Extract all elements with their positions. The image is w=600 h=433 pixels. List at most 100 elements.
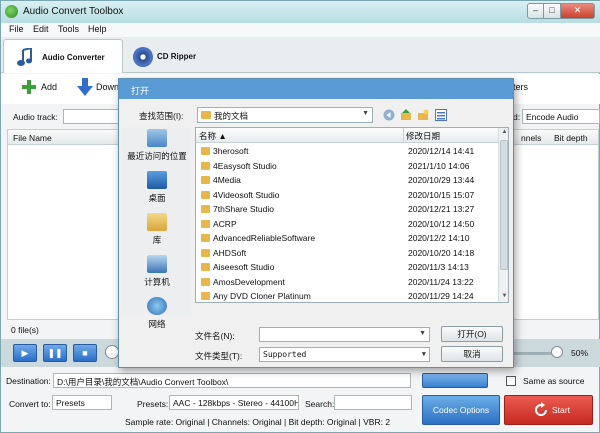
dialog-title: 打开 [131,86,150,96]
encode-select[interactable]: Encode Audio [522,109,600,124]
volume-handle[interactable] [551,346,563,358]
file-list-row[interactable]: AHDSoft 2020/10/20 14:18 [196,246,498,261]
arrow-down-icon [77,78,93,96]
convert-to-label: Convert to: [9,399,51,409]
place-libraries[interactable]: 库 [123,213,191,246]
scroll-down-icon[interactable]: ▼ [499,293,508,299]
folder-date: 2020/11/29 14:24 [408,291,474,301]
maximize-button[interactable]: □ [544,3,561,19]
music-note-icon [17,48,32,66]
file-type-select[interactable]: Supported ▼ [259,347,430,362]
file-list-row[interactable]: Any DVD Cloner Platinum 2020/11/29 14:24 [196,289,498,302]
filters-button[interactable]: ters [513,82,528,92]
codec-options-button[interactable]: Codec Options [422,395,500,425]
place-recent[interactable]: 最近访问的位置 [123,129,191,162]
folder-icon [201,205,210,213]
volume-value: 50% [571,348,589,358]
folder-icon [201,161,210,170]
library-icon [147,213,167,231]
view-menu-icon[interactable] [435,109,447,121]
file-list[interactable]: 名称 ▲ 修改日期 3herosoft 2020/12/14 14:41 4Easy… [195,127,509,303]
file-list-row[interactable]: AmosDevelopment 2020/11/24 13:22 [196,275,498,290]
menu-edit[interactable]: Edit [33,24,49,34]
chevron-down-icon: ▼ [421,350,426,358]
folder-date: 2020/10/12 14:50 [408,218,475,229]
col-modified[interactable]: 修改日期 [406,130,440,142]
up-folder-icon[interactable] [400,109,412,121]
file-list-row[interactable]: AdvancedReliableSoftware 2020/12/2 14:10 [196,231,498,246]
col-bit-depth[interactable]: Bit depth [554,133,588,143]
title-bar: Audio Convert Toolbox – □ ✕ [1,1,600,23]
search-input[interactable] [334,395,412,410]
file-type-value: Supported [263,350,307,359]
presets-select[interactable]: AAC - 128kbps - Stereo - 44100H [169,395,299,410]
open-button[interactable]: 打开(O) [441,326,503,342]
chevron-down-icon: ▼ [362,110,369,117]
place-network[interactable]: 网络 [123,297,191,330]
column-separator [403,128,404,143]
places-bar: 最近访问的位置 桌面 库 计算机 网络 [123,127,191,329]
scroll-up-icon[interactable]: ▲ [499,129,508,135]
scroll-thumb[interactable] [500,140,508,270]
tab-audio-converter[interactable]: Audio Converter [3,39,123,73]
file-list-row[interactable]: 4Media 2020/10/29 13:44 [196,173,498,188]
destination-field[interactable]: D:\用户目录\我的文档\Audio Convert Toolbox\ [53,373,411,388]
menu-file[interactable]: File [9,24,24,34]
file-list-row[interactable]: 7thShare Studio 2020/12/21 13:27 [196,202,498,217]
stop-button[interactable]: ■ [73,344,97,362]
col-name[interactable]: 名称 ▲ [199,130,227,142]
browse-button[interactable] [422,373,488,388]
folder-icon [201,248,210,257]
folder-name: AdvancedReliableSoftware [213,233,316,243]
start-button[interactable]: Start [504,395,593,425]
menu-tools[interactable]: Tools [58,24,79,34]
desktop-icon [147,171,167,189]
pause-button[interactable]: ❚❚ [43,344,67,362]
file-list-row[interactable]: Aiseesoft Studio 2020/11/3 14:13 [196,260,498,275]
place-computer[interactable]: 计算机 [123,255,191,288]
minimize-button[interactable]: – [527,3,544,19]
file-list-row[interactable]: 3herosoft 2020/12/14 14:41 [196,144,498,159]
recent-places-icon [147,129,167,147]
folder-icon [201,292,210,300]
vertical-scrollbar[interactable]: ▲ ▼ [498,128,508,302]
seek-handle[interactable] [105,345,119,359]
folder-name: Any DVD Cloner Platinum [213,291,311,301]
folder-name: AmosDevelopment [213,276,285,287]
menu-help[interactable]: Help [88,24,107,34]
audio-track-select[interactable] [63,109,121,124]
folder-date: 2020/11/24 13:22 [408,276,474,287]
file-list-row[interactable]: 4Easysoft Studio 2021/1/10 14:06 [196,159,498,174]
tab-cd-ripper[interactable]: CD Ripper [127,39,237,73]
look-in-label: 查找范围(I): [139,111,184,121]
col-file-name[interactable]: File Name [13,133,52,143]
file-list-header: 名称 ▲ 修改日期 [196,128,498,143]
folder-icon [201,263,210,271]
tab-label: CD Ripper [157,52,197,61]
app-logo-icon [5,5,18,18]
place-desktop[interactable]: 桌面 [123,171,191,204]
destination-label: Destination: [6,376,51,386]
place-label: 库 [152,235,162,245]
plus-icon [22,80,36,94]
file-list-row[interactable]: 4Videosoft Studio 2020/10/15 15:07 [196,188,498,203]
col-channels[interactable]: nnels [521,133,541,143]
folder-date: 2020/11/3 14:13 [408,262,469,272]
cancel-button[interactable]: 取消 [441,346,503,362]
close-button[interactable]: ✕ [561,3,595,19]
folder-icon [201,190,210,199]
convert-to-select[interactable]: Presets [52,395,112,410]
play-button[interactable]: ▶ [13,344,37,362]
folder-icon [201,234,210,242]
new-folder-icon[interactable] [417,109,429,121]
window-title: Audio Convert Toolbox [23,6,124,17]
file-name-input[interactable]: ▼ [259,327,430,342]
move-down-button[interactable]: Down [96,82,119,92]
look-in-select[interactable]: 我的文档 ▼ [197,107,373,123]
folder-name: 4Media [213,175,241,185]
add-button[interactable]: Add [41,82,57,92]
same-as-source-checkbox[interactable] [506,376,516,386]
folder-name: Aiseesoft Studio [213,262,275,272]
back-icon[interactable] [383,109,395,121]
file-list-row[interactable]: ACRP 2020/10/12 14:50 [196,217,498,232]
